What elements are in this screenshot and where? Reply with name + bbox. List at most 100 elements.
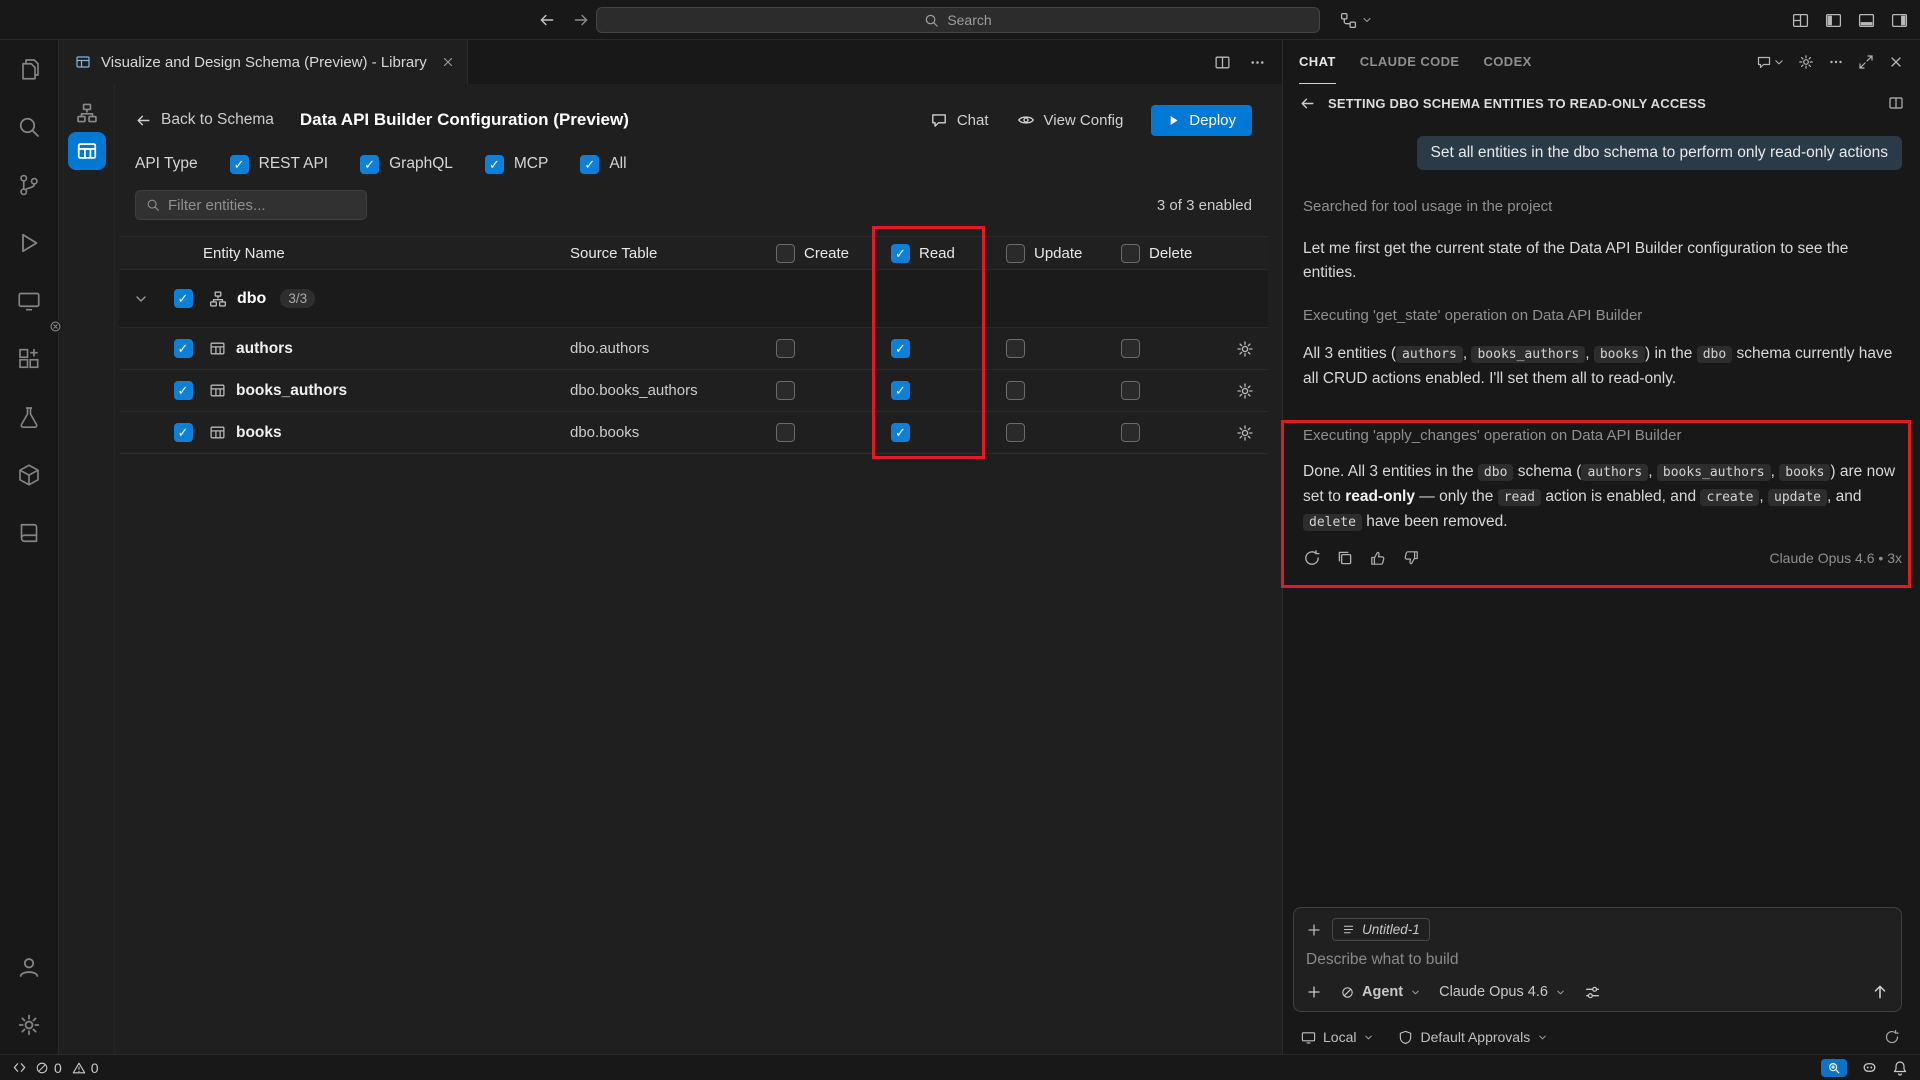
view-config-button[interactable]: View Config [1017,111,1124,129]
delete-checkbox[interactable] [1121,381,1140,400]
read-column-checkbox[interactable] [891,244,910,263]
enabled-count: 3 of 3 enabled [1157,197,1252,214]
chevron-down-icon[interactable] [133,291,149,307]
graphql-checkbox[interactable] [360,155,379,174]
tab-claude-code[interactable]: CLAUDE CODE [1360,40,1460,84]
chat-mode-dropdown-icon[interactable] [1756,54,1784,70]
remote-indicator-icon[interactable] [12,1060,27,1075]
read-checkbox[interactable] [891,423,910,442]
row-settings-gear-icon[interactable] [1236,424,1254,442]
chat-button[interactable]: Chat [930,111,989,129]
delete-column-checkbox[interactable] [1121,244,1140,263]
notebook-icon[interactable] [0,504,58,562]
row-select-checkbox[interactable] [174,423,193,442]
session-picker[interactable] [1340,0,1373,40]
settings-gear-icon[interactable] [0,996,58,1054]
update-checkbox[interactable] [1006,339,1025,358]
attach-icon[interactable] [1306,984,1322,1000]
maximize-panel-icon[interactable] [1858,54,1874,70]
row-settings-gear-icon[interactable] [1236,382,1254,400]
update-column-checkbox[interactable] [1006,244,1025,263]
toggle-sidebar-icon[interactable] [1825,12,1842,29]
delete-checkbox[interactable] [1121,423,1140,442]
api-type-rest[interactable]: REST API [230,155,329,174]
remote-monitor-icon[interactable] [0,272,58,330]
explorer-icon[interactable] [0,40,58,98]
rest-api-checkbox[interactable] [230,155,249,174]
back-arrow-icon[interactable] [538,11,556,29]
api-type-all[interactable]: All [580,155,626,174]
close-panel-icon[interactable] [1888,54,1904,70]
assistant-paragraph: All 3 entities (authors, books_authors, … [1303,342,1902,391]
send-button[interactable] [1871,983,1889,1001]
more-actions-icon[interactable] [1828,54,1844,70]
thumbs-down-icon[interactable] [1402,549,1420,567]
dab-config-view-icon[interactable] [68,132,106,170]
database-projects-icon[interactable] [0,446,58,504]
toggle-panel-icon[interactable] [1858,12,1875,29]
copilot-icon[interactable] [1861,1059,1878,1076]
source-control-icon[interactable] [0,156,58,214]
more-actions-icon[interactable] [1249,54,1266,71]
searched-note[interactable]: Searched for tool usage in the project [1303,198,1902,215]
add-context-icon[interactable] [1306,922,1322,938]
notifications-bell-icon[interactable] [1892,1060,1908,1076]
chat-input-box[interactable]: Untitled-1 Describe what to build Agent [1293,907,1902,1012]
visualize-schema-view-icon[interactable] [68,94,106,132]
back-to-schema-link[interactable]: Back to Schema [135,111,274,129]
regenerate-icon[interactable] [1303,549,1321,567]
update-checkbox[interactable] [1006,423,1025,442]
problems-indicator[interactable]: 0 0 [35,1060,99,1076]
back-arrow-icon[interactable] [1299,95,1316,112]
customize-layout-icon[interactable] [1792,12,1809,29]
delete-checkbox[interactable] [1121,339,1140,358]
tools-sliders-icon[interactable] [1584,984,1601,1001]
open-in-editor-icon[interactable] [1888,95,1904,111]
environment-selector[interactable]: Local [1301,1029,1374,1045]
extensions-icon[interactable] [0,330,58,388]
editor-tab[interactable]: Visualize and Design Schema (Preview) - … [59,40,468,84]
model-selector[interactable]: Claude Opus 4.6 [1439,984,1566,1000]
toggle-secondary-sidebar-icon[interactable] [1891,12,1908,29]
row-settings-gear-icon[interactable] [1236,340,1254,358]
update-checkbox[interactable] [1006,381,1025,400]
close-icon[interactable] [441,55,455,69]
chat-input-placeholder[interactable]: Describe what to build [1306,951,1889,969]
filter-entities-input[interactable] [135,190,367,220]
filter-entities-field[interactable] [168,197,356,214]
approvals-selector[interactable]: Default Approvals [1398,1029,1548,1045]
deploy-button[interactable]: Deploy [1151,105,1252,136]
create-checkbox[interactable] [776,339,795,358]
run-debug-icon[interactable] [0,214,58,272]
create-checkbox[interactable] [776,381,795,400]
account-icon[interactable] [0,938,58,996]
row-select-checkbox[interactable] [174,381,193,400]
tool-step[interactable]: Executing 'get_state' operation on Data … [1303,307,1902,324]
mcp-checkbox[interactable] [485,155,504,174]
read-checkbox[interactable] [891,381,910,400]
split-editor-icon[interactable] [1214,54,1231,71]
gear-icon[interactable] [1798,54,1814,70]
row-select-checkbox[interactable] [174,339,193,358]
tab-codex[interactable]: CODEX [1484,40,1532,84]
command-center-search[interactable]: Search [596,7,1320,33]
api-type-mcp[interactable]: MCP [485,155,548,174]
copy-icon[interactable] [1336,549,1354,567]
thumbs-up-icon[interactable] [1369,549,1387,567]
search-icon[interactable] [0,98,58,156]
forward-arrow-icon[interactable] [572,11,590,29]
create-checkbox[interactable] [776,423,795,442]
mode-selector[interactable]: Agent [1340,984,1421,1000]
read-checkbox[interactable] [891,339,910,358]
all-checkbox[interactable] [580,155,599,174]
api-type-graphql[interactable]: GraphQL [360,155,453,174]
zoom-indicator[interactable] [1821,1059,1847,1077]
create-column-checkbox[interactable] [776,244,795,263]
tool-step[interactable]: Executing 'apply_changes' operation on D… [1303,427,1902,444]
context-chip[interactable]: Untitled-1 [1332,918,1430,941]
thread-title: SETTING DBO SCHEMA ENTITIES TO READ-ONLY… [1328,96,1876,111]
testing-icon[interactable] [0,388,58,446]
sync-icon[interactable] [1884,1029,1900,1045]
tab-chat[interactable]: CHAT [1299,40,1336,84]
schema-select-checkbox[interactable] [174,289,193,308]
